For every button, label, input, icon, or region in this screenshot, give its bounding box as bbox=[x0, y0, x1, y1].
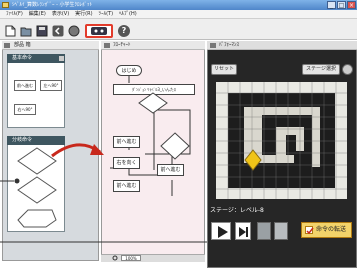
app-icon bbox=[2, 2, 9, 8]
open-folder-icon[interactable] bbox=[20, 25, 32, 37]
zoom-icon[interactable] bbox=[112, 255, 119, 261]
stage-title: ﾊﾟﾌｫｰﾏﾝｽ bbox=[219, 42, 240, 48]
flow-start[interactable]: はじめ bbox=[116, 65, 142, 76]
basic-commands-title: 基本命令 bbox=[12, 55, 33, 61]
menu-tools[interactable]: ﾂｰﾙ(T) bbox=[99, 11, 113, 17]
flow-decision-top[interactable] bbox=[138, 92, 168, 114]
flowchart-title: ﾌﾛｰﾁｬｰﾄ bbox=[113, 42, 131, 48]
stage-header: ﾊﾟﾌｫｰﾏﾝｽ bbox=[207, 41, 357, 50]
close-button[interactable]: × bbox=[347, 1, 356, 9]
send-command-label: 命令の転送 bbox=[316, 226, 347, 233]
basic-commands-header: 基本命令 bbox=[7, 54, 65, 63]
step-button[interactable] bbox=[235, 222, 251, 240]
branch-commands-title: 分岐命令 bbox=[12, 137, 33, 143]
block-turn-left[interactable]: 左へ90° bbox=[40, 80, 62, 91]
play-button[interactable] bbox=[211, 222, 231, 240]
menu-edit[interactable]: 編集(E) bbox=[29, 11, 46, 17]
menu-bar: ﾌｧｲﾙ(F) 編集(E) 表示(V) 実行(R) ﾂｰﾙ(T) ﾍﾙﾌﾟ(H) bbox=[0, 10, 357, 19]
stage-select-button[interactable]: ステージ選択 bbox=[302, 64, 340, 75]
info-icon[interactable] bbox=[342, 64, 353, 75]
collapse-icon[interactable] bbox=[59, 56, 64, 61]
pause-button[interactable] bbox=[257, 222, 271, 240]
maximize-button[interactable]: □ bbox=[337, 1, 346, 9]
block-forward[interactable]: 前へ進む bbox=[14, 80, 36, 91]
basic-commands-group bbox=[7, 54, 65, 128]
window-title: ｼﾍﾞﾙｲ_算数ﾚﾗﾝｵﾞﾞｰ - 小学生ｸﾛﾚﾎﾞｯﾄ bbox=[12, 2, 92, 8]
stage-icon bbox=[210, 43, 216, 48]
parts-panel-title: 部品 箱 bbox=[14, 42, 31, 48]
block-turn-right[interactable]: 右へ90° bbox=[14, 104, 36, 115]
stop-button[interactable] bbox=[274, 222, 288, 240]
new-file-icon[interactable] bbox=[4, 25, 16, 37]
menu-help[interactable]: ﾍﾙﾌﾟ(H) bbox=[119, 11, 137, 17]
back-icon[interactable] bbox=[52, 25, 64, 37]
menu-file[interactable]: ﾌｧｲﾙ(F) bbox=[6, 11, 23, 17]
flow-block-forward[interactable]: 前へ進む bbox=[113, 136, 140, 148]
reset-button[interactable]: リセット bbox=[211, 64, 237, 75]
menu-run[interactable]: 実行(R) bbox=[75, 11, 92, 17]
flowchart-header: ﾌﾛｰﾁｬｰﾄ bbox=[101, 41, 205, 50]
menu-view[interactable]: 表示(V) bbox=[52, 11, 69, 17]
panel-icon bbox=[4, 43, 10, 48]
stage-maze bbox=[216, 82, 347, 199]
help-icon[interactable]: ? bbox=[118, 25, 130, 37]
save-icon[interactable] bbox=[36, 25, 48, 37]
robot-icon[interactable] bbox=[85, 24, 113, 38]
send-check-icon bbox=[305, 226, 314, 235]
editor-icon bbox=[104, 43, 110, 48]
parts-panel-header: 部品 箱 bbox=[2, 41, 99, 50]
zoom-select[interactable]: 100% bbox=[121, 255, 141, 261]
record-icon[interactable] bbox=[68, 25, 80, 37]
stage-label: ステージ：レベル-8 bbox=[210, 207, 264, 214]
minimize-button[interactable]: _ bbox=[327, 1, 336, 9]
window-title-bar: ｼﾍﾞﾙｲ_算数ﾚﾗﾝｵﾞﾞｰ - 小学生ｸﾛﾚﾎﾞｯﾄ bbox=[0, 0, 357, 10]
